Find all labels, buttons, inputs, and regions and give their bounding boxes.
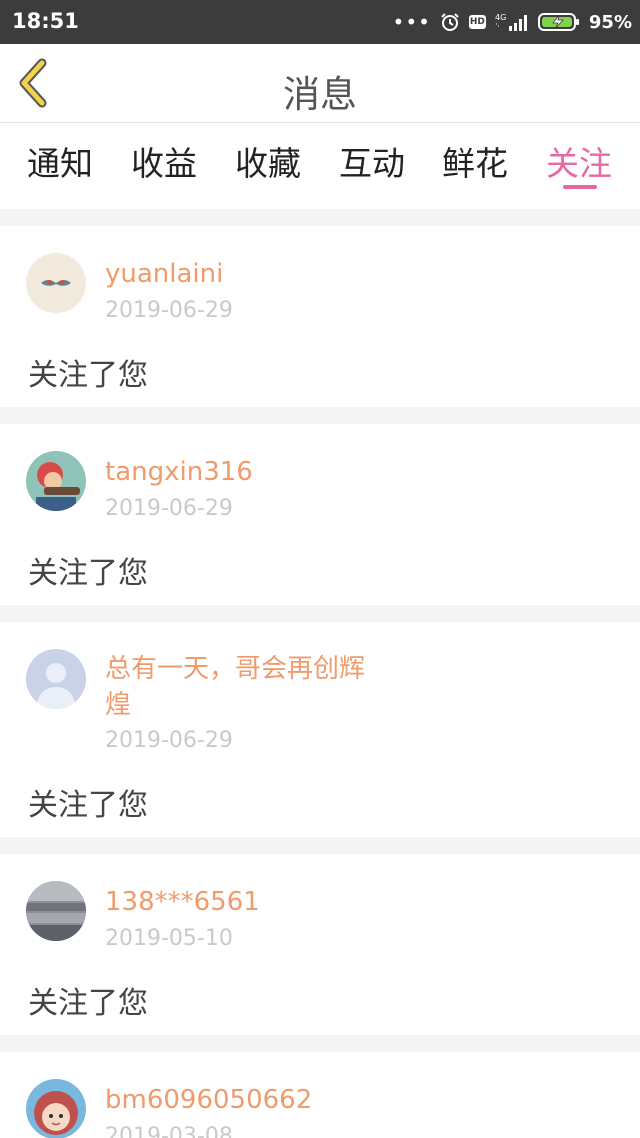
tab-bar: 通知 收益 收藏 互动 鲜花 关注 <box>0 123 640 209</box>
user-avatar[interactable] <box>26 451 86 511</box>
username[interactable]: tangxin316 <box>105 454 405 490</box>
user-avatar[interactable] <box>26 253 86 313</box>
tab-follows[interactable]: 关注 <box>546 137 612 185</box>
follow-message: 关注了您 <box>28 986 148 1021</box>
battery-charging-icon <box>537 13 579 31</box>
follow-date: 2019-06-29 <box>105 728 233 753</box>
notification-dots-icon: ••• <box>392 10 431 34</box>
follow-date: 2019-06-29 <box>105 298 233 323</box>
battery-percent: 95% <box>588 11 632 33</box>
user-avatar[interactable] <box>26 881 86 941</box>
alarm-clock-icon <box>441 13 459 31</box>
tab-notifications[interactable]: 通知 <box>27 137 93 185</box>
tab-earnings[interactable]: 收益 <box>131 137 197 185</box>
status-bar: 18:51 ••• HD 4G 95% <box>0 0 640 44</box>
hd-voice-icon: HD <box>468 15 486 29</box>
follow-message: 关注了您 <box>28 358 148 393</box>
active-tab-indicator <box>563 185 597 189</box>
follow-message: 关注了您 <box>28 556 148 591</box>
follow-message: 关注了您 <box>28 788 148 823</box>
list-item[interactable]: tangxin316 2019-06-29 关注了您 <box>0 424 640 605</box>
list-item[interactable]: yuanlaini 2019-06-29 关注了您 <box>0 226 640 407</box>
username[interactable]: yuanlaini <box>105 256 405 292</box>
username[interactable]: 138***6561 <box>105 884 405 920</box>
default-user-avatar[interactable] <box>26 649 86 709</box>
follow-feed[interactable]: yuanlaini 2019-06-29 关注了您 tangxin316 201… <box>0 209 640 1138</box>
network-type-label: 4G <box>495 13 506 22</box>
username[interactable]: 总有一天，哥会再创辉 煌 <box>105 651 405 723</box>
follow-date: 2019-06-29 <box>105 496 233 521</box>
header-bar: 消息 <box>0 44 640 123</box>
user-avatar[interactable] <box>26 1079 86 1138</box>
status-time: 18:51 <box>12 9 79 33</box>
signal-icon: 4G <box>495 13 527 31</box>
list-item[interactable]: 总有一天，哥会再创辉 煌 2019-06-29 关注了您 <box>0 622 640 837</box>
tab-interactions[interactable]: 互动 <box>339 137 405 185</box>
tab-flowers[interactable]: 鲜花 <box>442 137 508 185</box>
username[interactable]: bm6096050662 <box>105 1082 405 1118</box>
follow-date: 2019-05-10 <box>105 926 233 951</box>
follow-date: 2019-03-08 <box>105 1124 233 1138</box>
username-line: 总有一天，哥会再创辉 <box>105 654 366 684</box>
list-item[interactable]: 138***6561 2019-05-10 关注了您 <box>0 854 640 1035</box>
status-icons: ••• HD 4G 95% <box>393 8 632 36</box>
tab-favorites[interactable]: 收藏 <box>235 137 301 185</box>
list-item[interactable]: bm6096050662 2019-03-08 <box>0 1052 640 1138</box>
page-title: 消息 <box>283 73 357 116</box>
username-line: 煌 <box>105 690 132 720</box>
